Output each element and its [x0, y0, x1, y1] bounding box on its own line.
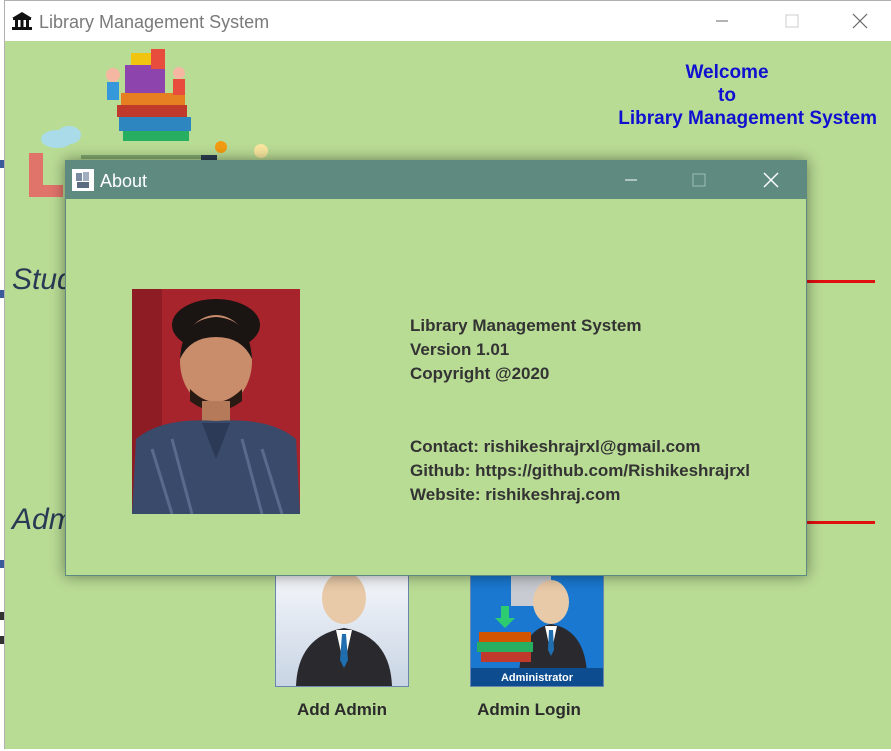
website-link: Website: rishikeshraj.com	[410, 485, 621, 504]
add-admin-label[interactable]: Add Admin	[262, 700, 422, 720]
close-button[interactable]	[837, 1, 883, 41]
minimize-button[interactable]	[699, 1, 745, 41]
main-window-title: Library Management System	[39, 12, 270, 32]
student-section-divider	[806, 280, 875, 283]
welcome-banner: Welcome to Library Management System	[577, 61, 877, 130]
welcome-line-3: Library Management System	[618, 108, 877, 129]
admin-login-tile[interactable]: Administrator	[470, 575, 604, 687]
java-app-icon	[72, 169, 94, 191]
admin-section-divider	[806, 521, 875, 524]
about-maximize-button[interactable]	[676, 161, 722, 199]
app-info-block: Library Management System Version 1.01 C…	[410, 314, 641, 386]
admin-login-label[interactable]: Admin Login	[449, 700, 609, 720]
close-icon	[852, 13, 868, 29]
administrator-caption: Administrator	[501, 672, 574, 684]
app-name: Library Management System	[410, 316, 642, 335]
about-dialog: About Library Management System Version …	[65, 160, 807, 576]
welcome-line-2: to	[718, 85, 736, 106]
contact-email: Contact: rishikeshrajrxl@gmail.com	[410, 437, 701, 456]
maximize-icon	[785, 14, 799, 28]
maximize-button[interactable]	[769, 1, 815, 41]
app-copyright: Copyright @2020	[410, 364, 550, 383]
add-admin-tile[interactable]	[275, 575, 409, 687]
contact-info-block: Contact: rishikeshrajrxl@gmail.com Githu…	[410, 435, 750, 507]
close-icon	[763, 172, 779, 188]
library-building-icon	[12, 12, 32, 30]
author-photo	[132, 289, 300, 514]
about-minimize-button[interactable]	[608, 161, 654, 199]
github-link: Github: https://github.com/Rishikeshrajr…	[410, 461, 751, 480]
welcome-line-1: Welcome	[685, 62, 769, 83]
main-titlebar[interactable]: Library Management System	[5, 1, 891, 41]
about-title: About	[100, 171, 148, 191]
minimize-icon	[625, 179, 637, 181]
maximize-icon	[692, 173, 706, 187]
about-titlebar[interactable]: About	[66, 161, 806, 199]
about-close-button[interactable]	[748, 161, 794, 199]
add-admin-icon	[296, 576, 392, 686]
minimize-icon	[716, 20, 728, 22]
app-version: Version 1.01	[410, 340, 510, 359]
admin-login-icon: Administrator	[471, 576, 603, 686]
